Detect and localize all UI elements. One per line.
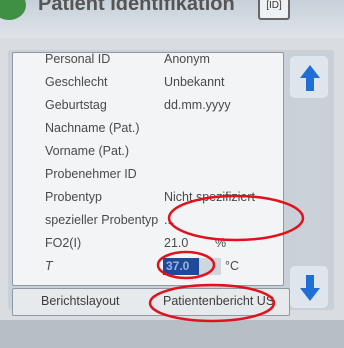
annotation-circle-temperature — [156, 250, 216, 280]
annotation-circle-report-layout — [148, 283, 276, 323]
annotation-overlay — [148, 194, 305, 323]
annotation-circle-probentyp — [167, 194, 305, 242]
